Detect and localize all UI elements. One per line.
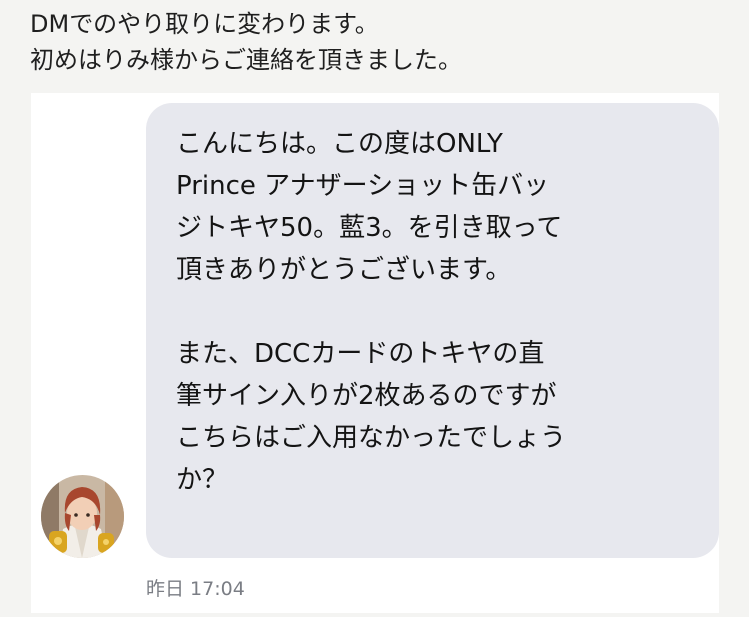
dm-screenshot-card: こんにちは。この度はONLY Prince アナザーショット缶バッ ジトキヤ50… <box>31 93 719 613</box>
avatar[interactable] <box>41 475 124 558</box>
message-line: 筆サイン入りが2枚あるのですが <box>176 381 557 411</box>
message-line: か？ <box>176 465 229 495</box>
message-paragraph-gap <box>176 291 699 333</box>
character-avatar-icon <box>41 475 124 558</box>
message-line: Prince アナザーショット缶バッ <box>176 171 550 201</box>
message-bubble[interactable]: こんにちは。この度はONLY Prince アナザーショット缶バッ ジトキヤ50… <box>146 103 719 558</box>
intro-line-2: 初めはりみ様からご連絡を頂きました。 <box>30 46 462 74</box>
message-line: また、DCCカードのトキヤの直 <box>176 339 545 369</box>
intro-line-1: DMでのやり取りに変わります。 <box>30 10 379 38</box>
message-line: ジトキヤ50。藍3。を引き取って <box>176 213 563 243</box>
message-line: こちらはご入用なかったでしょう <box>176 423 567 453</box>
intro-text: DMでのやり取りに変わります。 初めはりみ様からご連絡を頂きました。 <box>30 6 730 78</box>
message-line: 頂きありがとうございます。 <box>176 255 512 285</box>
message-timestamp: 昨日 17:04 <box>146 578 245 600</box>
message-line: こんにちは。この度はONLY <box>176 129 503 159</box>
